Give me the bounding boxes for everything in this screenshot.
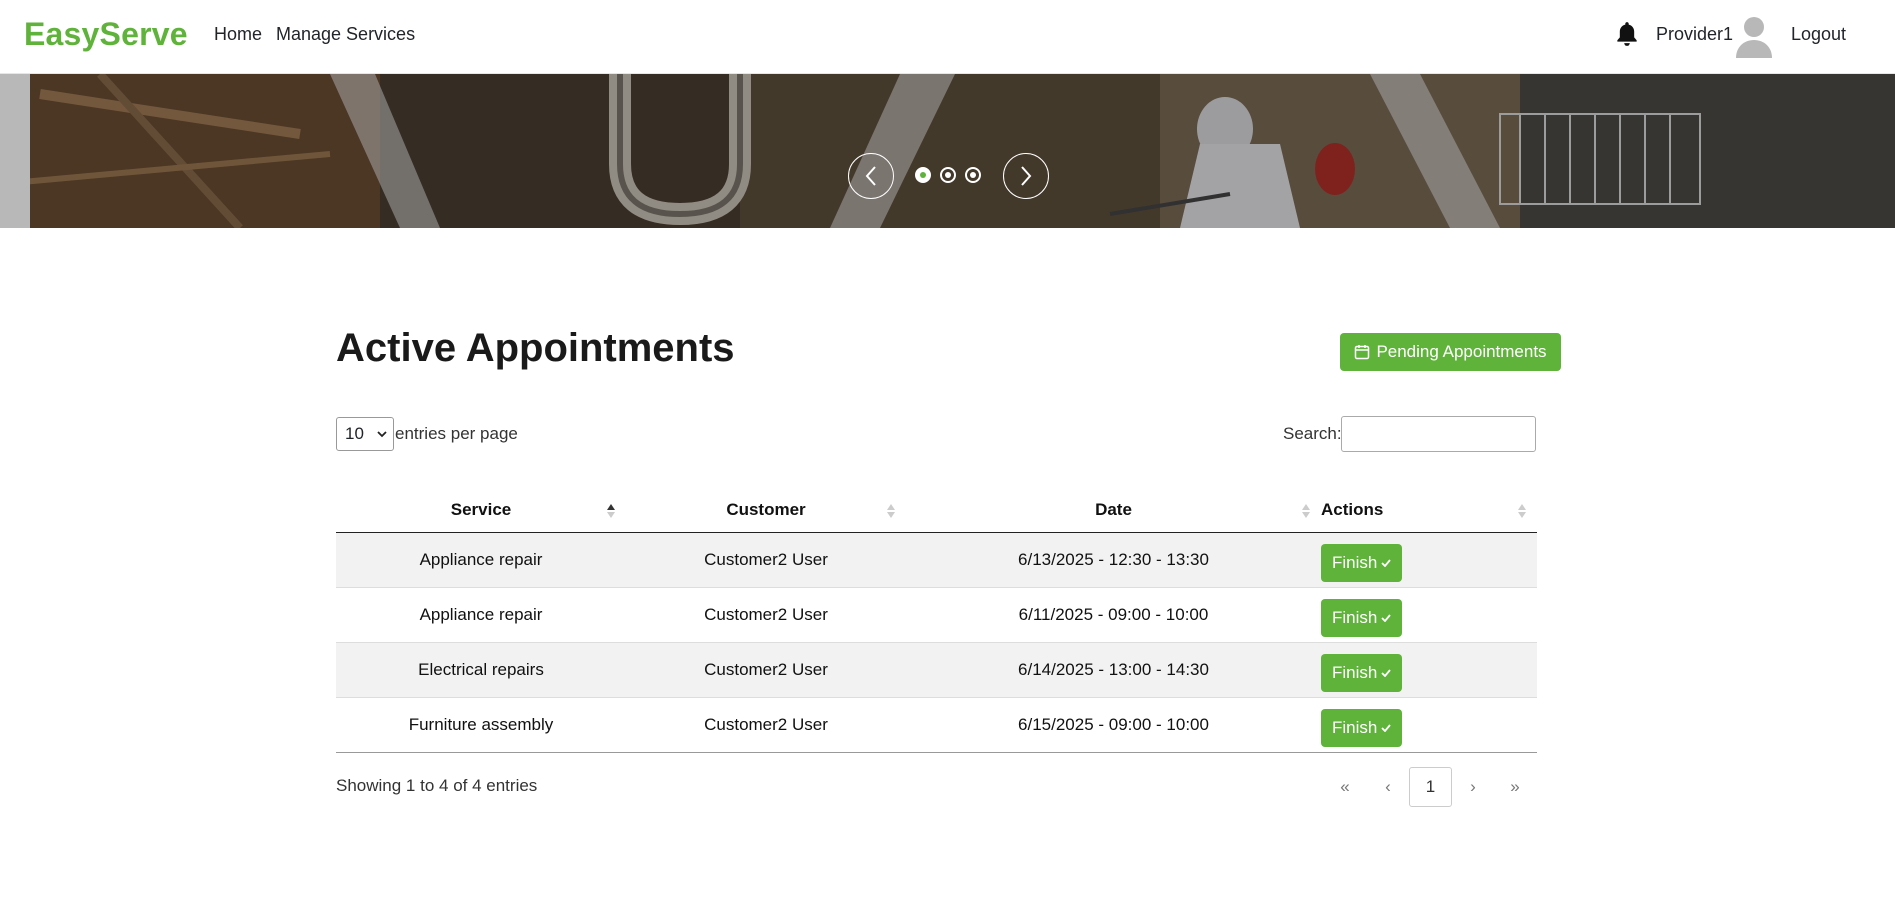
check-icon	[1381, 668, 1392, 677]
pagination-next-button[interactable]: ›	[1458, 767, 1488, 807]
pagination-page-1-button[interactable]: 1	[1409, 767, 1452, 807]
column-header-label: Customer	[726, 500, 806, 520]
calendar-icon	[1355, 345, 1370, 360]
column-header-date[interactable]: Date	[906, 489, 1321, 533]
search-label: Search:	[1283, 424, 1342, 443]
cell-customer: Customer2 User	[626, 532, 906, 588]
cell-customer: Customer2 User	[626, 642, 906, 698]
finish-button[interactable]: Finish	[1321, 653, 1403, 692]
column-header-label: Actions	[1321, 500, 1384, 520]
chevron-down-icon	[377, 431, 387, 438]
sort-icon	[887, 504, 895, 518]
check-icon	[1381, 613, 1392, 622]
brand-logo[interactable]: EasyServe	[24, 16, 188, 53]
avatar-icon[interactable]	[1735, 14, 1773, 58]
cell-date: 6/14/2025 - 13:00 - 14:30	[906, 642, 1321, 698]
cell-date: 6/13/2025 - 12:30 - 13:30	[906, 532, 1321, 588]
finish-button[interactable]: Finish	[1321, 598, 1403, 637]
cell-date: 6/15/2025 - 09:00 - 10:00	[906, 697, 1321, 753]
chevron-left-icon	[865, 166, 876, 186]
column-header-label: Date	[1095, 500, 1132, 520]
entries-per-page-label: entries per page	[395, 424, 518, 443]
column-header-actions[interactable]: Actions	[1321, 489, 1537, 533]
table-row: Furniture assembly Customer2 User 6/15/2…	[336, 697, 1537, 753]
page-title: Active Appointments	[336, 326, 735, 370]
finish-label: Finish	[1332, 607, 1378, 627]
check-icon	[1381, 558, 1392, 567]
sort-ascending-icon	[607, 504, 615, 518]
hero-overlay	[0, 74, 1895, 228]
pending-appointments-button[interactable]: Pending Appointments	[1340, 333, 1561, 371]
column-header-service[interactable]: Service	[336, 489, 626, 533]
logout-link[interactable]: Logout	[1791, 24, 1846, 45]
cell-service: Furniture assembly	[336, 697, 626, 753]
finish-button[interactable]: Finish	[1321, 708, 1403, 747]
carousel-prev-button[interactable]	[848, 153, 894, 199]
cell-service: Appliance repair	[336, 587, 626, 643]
pagination-first-button[interactable]: «	[1330, 767, 1360, 807]
finish-button[interactable]: Finish	[1321, 543, 1403, 582]
appointments-table: Service Customer Date Actions Appliance …	[336, 489, 1537, 753]
table-row: Appliance repair Customer2 User 6/11/202…	[336, 587, 1537, 643]
table-header-row: Service Customer Date Actions	[336, 489, 1537, 533]
cell-date: 6/11/2025 - 09:00 - 10:00	[906, 587, 1321, 643]
cell-customer: Customer2 User	[626, 697, 906, 753]
nav-link-manage-services[interactable]: Manage Services	[276, 24, 415, 45]
search-input[interactable]	[1341, 416, 1536, 452]
cell-actions: Finish	[1321, 642, 1537, 698]
cell-service: Electrical repairs	[336, 642, 626, 698]
hero-carousel	[0, 74, 1895, 228]
cell-actions: Finish	[1321, 697, 1537, 753]
pending-appointments-label: Pending Appointments	[1376, 342, 1547, 361]
entries-per-page-select[interactable]: 10	[336, 417, 394, 451]
cell-actions: Finish	[1321, 587, 1537, 643]
carousel-dot-2[interactable]	[940, 167, 956, 183]
finish-label: Finish	[1332, 552, 1378, 572]
finish-label: Finish	[1332, 662, 1378, 682]
cell-actions: Finish	[1321, 532, 1537, 588]
bell-icon[interactable]	[1614, 20, 1640, 50]
user-name[interactable]: Provider1	[1656, 24, 1733, 45]
table-row: Electrical repairs Customer2 User 6/14/2…	[336, 642, 1537, 698]
pagination-last-button[interactable]: »	[1500, 767, 1530, 807]
column-header-label: Service	[450, 500, 512, 520]
check-icon	[1381, 723, 1392, 732]
carousel-next-button[interactable]	[1003, 153, 1049, 199]
cell-service: Appliance repair	[336, 532, 626, 588]
entries-per-page-value: 10	[345, 424, 364, 443]
carousel-dot-1[interactable]	[915, 167, 931, 183]
finish-label: Finish	[1332, 717, 1378, 737]
table-info-text: Showing 1 to 4 of 4 entries	[336, 776, 538, 795]
cell-customer: Customer2 User	[626, 587, 906, 643]
sort-icon	[1302, 504, 1310, 518]
column-header-customer[interactable]: Customer	[626, 489, 906, 533]
nav-link-home[interactable]: Home	[214, 24, 262, 45]
chevron-right-icon	[1021, 166, 1032, 186]
carousel-dot-3[interactable]	[965, 167, 981, 183]
navbar: EasyServe Home Manage Services Provider1…	[0, 0, 1895, 74]
pagination-prev-button[interactable]: ‹	[1373, 767, 1403, 807]
sort-icon	[1518, 504, 1526, 518]
table-row: Appliance repair Customer2 User 6/13/202…	[336, 532, 1537, 588]
